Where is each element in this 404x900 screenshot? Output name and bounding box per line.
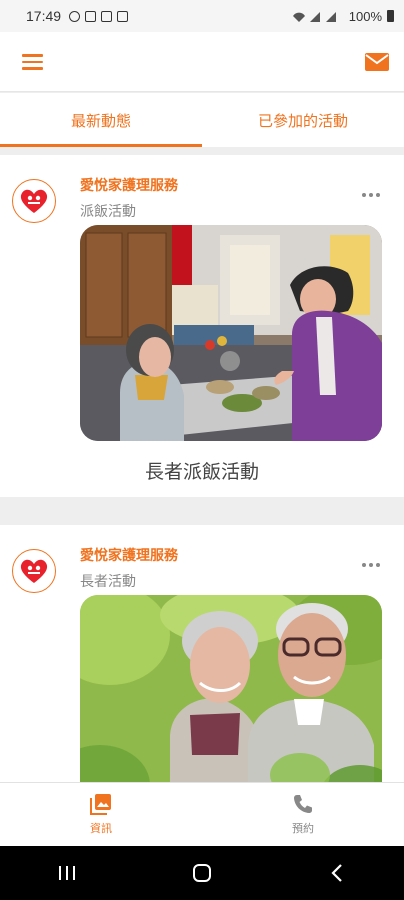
org-name[interactable]: 愛悅家護理服務: [80, 175, 178, 195]
battery-percent: 100%: [348, 8, 382, 24]
feed-card[interactable]: 愛悅家護理服務 長者活動: [0, 525, 404, 782]
status-right: 100%: [292, 9, 394, 24]
nav-booking[interactable]: 預約: [202, 783, 404, 846]
recent-apps-icon[interactable]: [47, 858, 87, 888]
mail-icon[interactable]: [364, 49, 390, 75]
photo-library-icon: [90, 794, 111, 815]
notification-icon: [69, 10, 81, 22]
heart-logo-icon: [20, 189, 48, 213]
home-icon[interactable]: [182, 858, 222, 888]
tab-joined-activities[interactable]: 已參加的活動: [202, 93, 404, 147]
org-logo: [12, 179, 56, 223]
notification-icons: [69, 10, 129, 22]
tab-latest-news[interactable]: 最新動態: [0, 93, 202, 147]
bottom-nav: 資訊 預約: [0, 782, 404, 846]
app-bar: [0, 32, 404, 92]
status-bar: 17:49 100%: [0, 0, 404, 32]
signal-icon: [292, 12, 336, 22]
nav-info[interactable]: 資訊: [0, 783, 202, 846]
system-nav-bar: [0, 846, 404, 900]
activity-category: 派飯活動: [80, 204, 136, 220]
elderly-meal-photo[interactable]: [80, 225, 382, 441]
nav-booking-label: 預約: [292, 822, 314, 835]
feed-list[interactable]: 愛悅家護理服務 派飯活動 長者派飯活動 愛悅家護理服務 長者活動: [0, 147, 404, 782]
tab-bar: 最新動態 已參加的活動: [0, 93, 404, 147]
youtube-notification-icon: [117, 10, 129, 22]
more-options-icon[interactable]: [362, 193, 380, 197]
nav-info-label: 資訊: [90, 822, 112, 835]
more-options-icon[interactable]: [362, 563, 380, 567]
battery-icon: [387, 10, 394, 22]
elderly-couple-photo[interactable]: [80, 595, 382, 782]
heart-logo-icon: [20, 559, 48, 583]
notification-icon: [85, 10, 97, 22]
back-icon[interactable]: [317, 858, 357, 888]
hamburger-menu-icon[interactable]: [16, 48, 48, 76]
phone-icon: [294, 795, 312, 813]
gallery-notification-icon: [101, 10, 113, 22]
org-name[interactable]: 愛悅家護理服務: [80, 545, 178, 565]
activity-category: 長者活動: [80, 574, 136, 590]
activity-title[interactable]: 長者派飯活動: [0, 457, 404, 484]
feed-card[interactable]: 愛悅家護理服務 派飯活動 長者派飯活動: [0, 155, 404, 497]
status-time: 17:49: [26, 8, 62, 24]
org-logo: [12, 549, 56, 593]
